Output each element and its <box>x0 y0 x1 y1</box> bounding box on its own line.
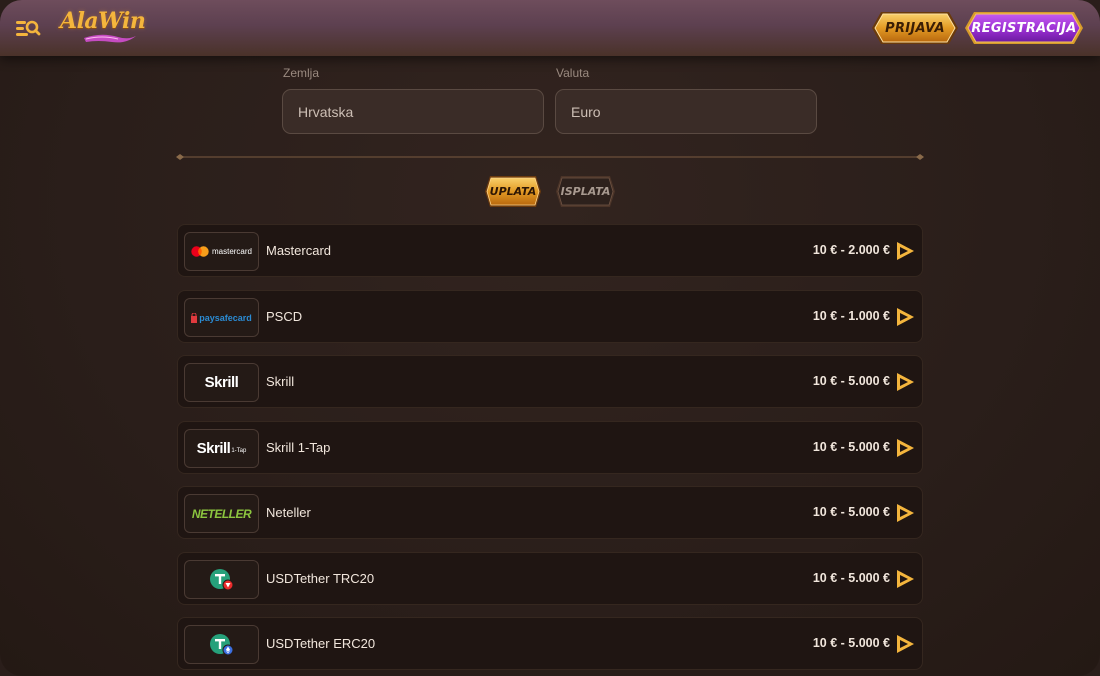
payment-method-mastercard[interactable]: mastercard Mastercard 10 € - 2.000 € <box>177 224 923 277</box>
payment-method-skrill-1tap[interactable]: Skrill 1-Tap Skrill 1-Tap 10 € - 5.000 € <box>177 421 923 474</box>
method-name: USDTether ERC20 <box>266 636 376 651</box>
register-button[interactable]: REGISTRACIJA <box>964 11 1084 45</box>
tether-erc20-icon <box>209 633 233 655</box>
payment-method-usdt-erc20[interactable]: USDTether ERC20 10 € - 5.000 € <box>177 617 923 670</box>
method-name: Mastercard <box>266 243 332 258</box>
method-limit: 10 € - 5.000 € <box>812 374 890 388</box>
play-arrow-icon <box>897 373 914 391</box>
paysafecard-lock-icon <box>191 312 198 323</box>
ornament-divider <box>176 154 924 160</box>
country-label: Zemlja <box>283 66 320 80</box>
tether-trc20-logo <box>184 560 259 599</box>
country-select[interactable]: Hrvatska <box>282 89 544 134</box>
method-name: Skrill <box>266 374 295 389</box>
payment-method-usdt-trc20[interactable]: USDTether TRC20 10 € - 5.000 € <box>177 552 923 605</box>
method-limit: 10 € - 2.000 € <box>812 243 890 257</box>
neteller-logo: NETELLER <box>184 494 259 533</box>
skrill-1tap-logo: Skrill 1-Tap <box>184 429 259 468</box>
mastercard-logo: mastercard <box>184 232 259 271</box>
method-name: Neteller <box>266 505 311 520</box>
method-limit: 10 € - 5.000 € <box>812 571 890 585</box>
payment-method-skrill[interactable]: Skrill Skrill 10 € - 5.000 € <box>177 355 923 408</box>
method-limit: 10 € - 5.000 € <box>812 440 890 454</box>
play-arrow-icon <box>897 504 914 522</box>
magic-carpet-icon <box>84 34 136 43</box>
play-arrow-icon <box>897 308 914 326</box>
tether-erc20-logo <box>184 625 259 664</box>
top-header: AlaWin PRIJAVA REGISTRACIJA <box>0 0 1100 56</box>
method-name: PSCD <box>266 309 303 324</box>
method-limit: 10 € - 5.000 € <box>812 636 890 650</box>
method-name: Skrill 1-Tap <box>266 440 331 455</box>
payment-method-neteller[interactable]: NETELLER Neteller 10 € - 5.000 € <box>177 486 923 539</box>
play-arrow-icon <box>897 242 914 260</box>
play-arrow-icon <box>897 570 914 588</box>
play-arrow-icon <box>897 635 914 653</box>
skrill-logo: Skrill <box>184 363 259 402</box>
paysafecard-logo: paysafecard <box>184 298 259 337</box>
mastercard-circles-icon <box>191 246 209 257</box>
menu-search-icon[interactable] <box>14 16 42 40</box>
method-limit: 10 € - 5.000 € <box>812 505 890 519</box>
tab-withdraw[interactable]: ISPLATA <box>555 175 616 208</box>
method-limit: 10 € - 1.000 € <box>812 309 890 323</box>
play-arrow-icon <box>897 439 914 457</box>
currency-label: Valuta <box>556 66 590 80</box>
currency-select[interactable]: Euro <box>555 89 817 134</box>
page: AlaWin PRIJAVA REGISTRACIJA Zemlja Hrvat… <box>0 0 1100 676</box>
alawin-logo[interactable]: AlaWin <box>56 6 146 46</box>
method-name: USDTether TRC20 <box>266 571 375 586</box>
login-button[interactable]: PRIJAVA <box>871 11 959 45</box>
tab-deposit[interactable]: UPLATA <box>484 175 542 208</box>
tether-trc20-icon <box>209 568 233 590</box>
payment-method-pscd[interactable]: paysafecard PSCD 10 € - 1.000 € <box>177 290 923 343</box>
